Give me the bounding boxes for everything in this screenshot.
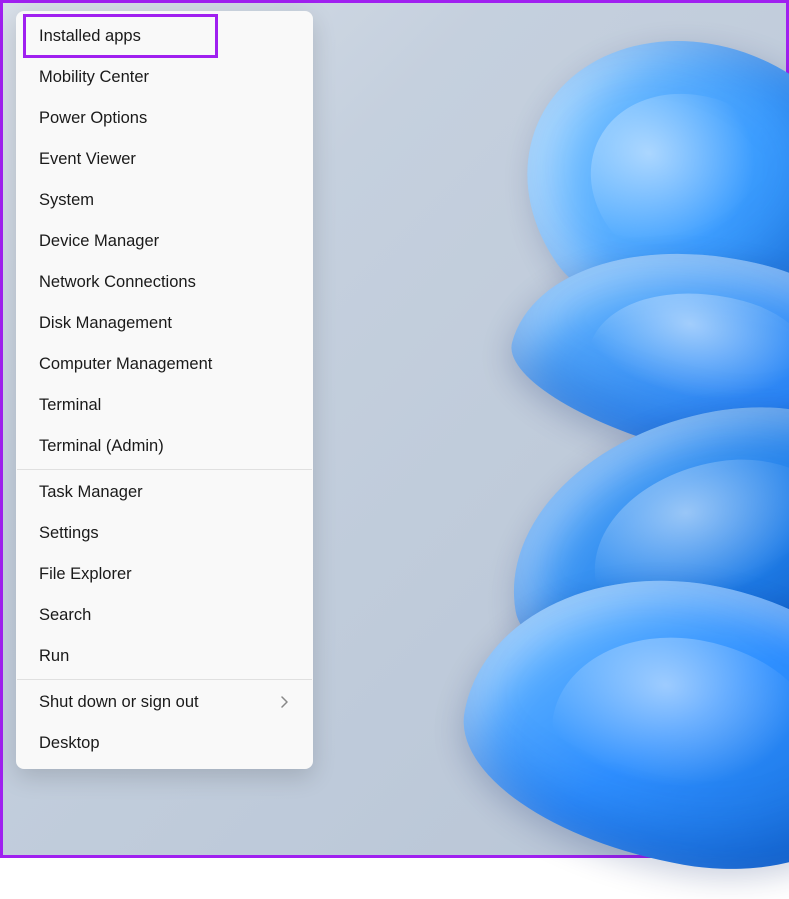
menu-item-label: Run bbox=[39, 647, 69, 666]
menu-item-shutdown-signout[interactable]: Shut down or sign out bbox=[19, 682, 310, 723]
menu-item-label: Device Manager bbox=[39, 232, 159, 251]
menu-item-label: Power Options bbox=[39, 109, 147, 128]
menu-item-label: Task Manager bbox=[39, 483, 143, 502]
menu-item-label: Disk Management bbox=[39, 314, 172, 333]
menu-item-label: Shut down or sign out bbox=[39, 693, 199, 712]
menu-item-terminal-admin[interactable]: Terminal (Admin) bbox=[19, 426, 310, 467]
menu-item-label: Terminal (Admin) bbox=[39, 437, 164, 456]
menu-item-label: Event Viewer bbox=[39, 150, 136, 169]
menu-item-terminal[interactable]: Terminal bbox=[19, 385, 310, 426]
menu-item-settings[interactable]: Settings bbox=[19, 513, 310, 554]
wallpaper-bloom-graphic bbox=[266, 53, 789, 803]
menu-item-network-connections[interactable]: Network Connections bbox=[19, 262, 310, 303]
menu-item-event-viewer[interactable]: Event Viewer bbox=[19, 139, 310, 180]
menu-item-label: Search bbox=[39, 606, 91, 625]
menu-item-search[interactable]: Search bbox=[19, 595, 310, 636]
menu-item-label: System bbox=[39, 191, 94, 210]
menu-item-system[interactable]: System bbox=[19, 180, 310, 221]
menu-item-computer-management[interactable]: Computer Management bbox=[19, 344, 310, 385]
menu-item-device-manager[interactable]: Device Manager bbox=[19, 221, 310, 262]
menu-item-label: Desktop bbox=[39, 734, 100, 753]
menu-item-run[interactable]: Run bbox=[19, 636, 310, 677]
menu-item-disk-management[interactable]: Disk Management bbox=[19, 303, 310, 344]
menu-item-file-explorer[interactable]: File Explorer bbox=[19, 554, 310, 595]
menu-separator bbox=[17, 469, 312, 470]
menu-separator bbox=[17, 679, 312, 680]
menu-item-label: Installed apps bbox=[39, 27, 141, 46]
menu-item-label: Computer Management bbox=[39, 355, 212, 374]
menu-item-label: Terminal bbox=[39, 396, 101, 415]
menu-item-desktop[interactable]: Desktop bbox=[19, 723, 310, 764]
menu-item-power-options[interactable]: Power Options bbox=[19, 98, 310, 139]
menu-item-mobility-center[interactable]: Mobility Center bbox=[19, 57, 310, 98]
menu-item-task-manager[interactable]: Task Manager bbox=[19, 472, 310, 513]
menu-item-label: Settings bbox=[39, 524, 99, 543]
winx-context-menu: Installed apps Mobility Center Power Opt… bbox=[16, 11, 313, 769]
menu-item-label: Mobility Center bbox=[39, 68, 149, 87]
menu-item-label: Network Connections bbox=[39, 273, 196, 292]
menu-item-installed-apps[interactable]: Installed apps bbox=[19, 16, 310, 57]
menu-item-label: File Explorer bbox=[39, 565, 132, 584]
chevron-right-icon bbox=[280, 695, 290, 711]
